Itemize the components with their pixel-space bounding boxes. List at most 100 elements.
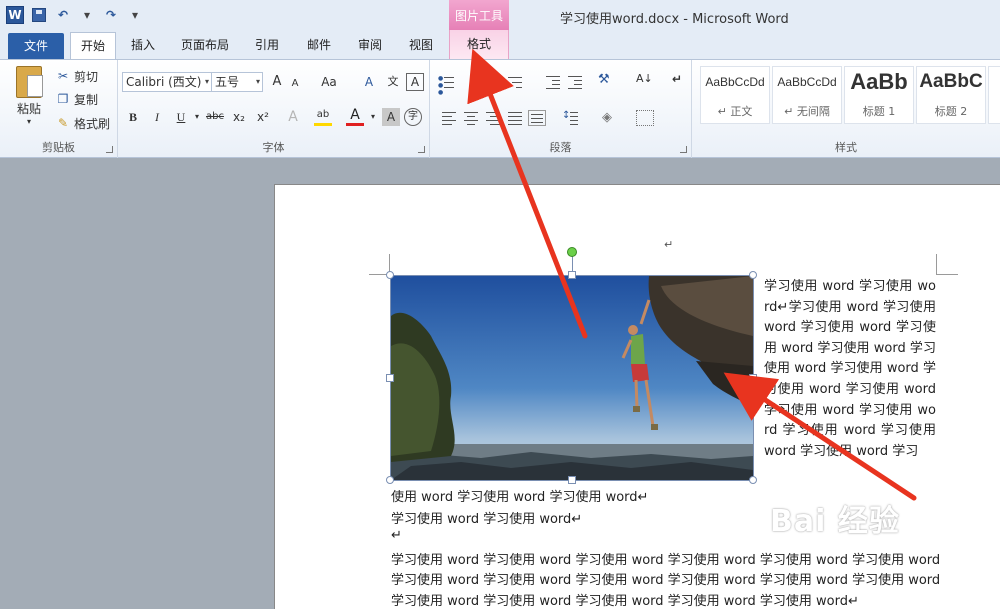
climber-photo bbox=[391, 276, 753, 480]
tab-home[interactable]: 开始 bbox=[70, 32, 116, 60]
style-no-spacing-name: ↵ 无间隔 bbox=[784, 105, 830, 118]
customize-qat-icon[interactable]: ▾ bbox=[126, 6, 144, 24]
text-effect-icon[interactable]: A bbox=[284, 108, 302, 126]
copy-button[interactable]: ❐ 复制 bbox=[56, 89, 98, 109]
align-right-icon[interactable] bbox=[484, 110, 502, 126]
brush-icon: ✎ bbox=[57, 116, 69, 130]
tab-references[interactable]: 引用 bbox=[252, 32, 282, 60]
font-group: Calibri (西文) ▾ 五号 ▾ A A Aa A 文 A B I U ▾ a… bbox=[118, 60, 430, 158]
grow-font-icon[interactable]: A bbox=[268, 73, 286, 91]
crop-mark-top-right-h bbox=[936, 274, 958, 275]
enclose-char-icon[interactable]: 字 bbox=[404, 108, 422, 126]
strikethrough-button[interactable]: abc bbox=[204, 108, 226, 126]
resize-handle-top-right[interactable] bbox=[749, 271, 757, 279]
subscript-button[interactable]: x₂ bbox=[230, 108, 248, 126]
multilevel-list-icon[interactable] bbox=[506, 74, 524, 90]
style-heading-1-name: 标题 1 bbox=[862, 105, 896, 118]
selected-picture[interactable] bbox=[391, 276, 753, 480]
paste-dropdown-icon: ▾ bbox=[26, 117, 31, 126]
body-line-5[interactable]: 学习使用 word 学习使用 word 学习使用 word 学习使用 word … bbox=[391, 569, 940, 588]
font-size-value: 五号 bbox=[215, 75, 240, 89]
paragraph-launcher-icon[interactable] bbox=[680, 146, 687, 153]
style-heading-1[interactable]: AaBb 标题 1 bbox=[844, 66, 914, 124]
tab-page-layout[interactable]: 页面布局 bbox=[178, 32, 232, 60]
italic-button[interactable]: I bbox=[148, 108, 166, 126]
body-line-3[interactable]: ↵ bbox=[391, 528, 402, 543]
clear-format-icon[interactable]: A bbox=[360, 73, 378, 91]
body-line-1[interactable]: 使用 word 学习使用 word 学习使用 word↵ bbox=[391, 486, 648, 505]
clipboard-group: 粘贴 ▾ ✂ 剪切 ❐ 复制 ✎ 格式刷 剪贴板 bbox=[0, 60, 118, 158]
align-left-icon[interactable] bbox=[440, 110, 458, 126]
tab-insert[interactable]: 插入 bbox=[128, 32, 158, 60]
rotation-handle[interactable] bbox=[567, 247, 577, 257]
shrink-font-icon[interactable]: A bbox=[286, 75, 304, 93]
resize-handle-bottom[interactable] bbox=[568, 476, 576, 484]
resize-handle-bottom-left[interactable] bbox=[386, 476, 394, 484]
undo-icon[interactable]: ↶ bbox=[54, 6, 72, 24]
cut-button[interactable]: ✂ 剪切 bbox=[56, 66, 98, 86]
show-marks-icon[interactable]: ↵ bbox=[672, 72, 690, 88]
justify-icon[interactable] bbox=[506, 110, 524, 126]
distribute-icon[interactable] bbox=[528, 110, 546, 126]
style-heading-2[interactable]: AaBbC 标题 2 bbox=[916, 66, 986, 124]
clipboard-launcher-icon[interactable] bbox=[106, 146, 113, 153]
resize-handle-left[interactable] bbox=[386, 374, 394, 382]
body-line-2[interactable]: 学习使用 word 学习使用 word↵ bbox=[391, 508, 582, 527]
format-painter-button[interactable]: ✎ 格式刷 bbox=[56, 113, 110, 133]
resize-handle-top-left[interactable] bbox=[386, 271, 394, 279]
style-normal[interactable]: AaBbCcDd ↵ 正文 bbox=[700, 66, 770, 124]
line-spacing-icon[interactable]: ↕ bbox=[562, 110, 580, 126]
resize-handle-top[interactable] bbox=[568, 271, 576, 279]
bullets-icon[interactable]: ● ● ● bbox=[438, 74, 456, 96]
highlight-icon[interactable]: ab bbox=[314, 108, 332, 126]
font-size-dropdown-icon[interactable]: ▾ bbox=[256, 73, 260, 91]
borders-icon[interactable] bbox=[636, 110, 654, 126]
ribbon: 粘贴 ▾ ✂ 剪切 ❐ 复制 ✎ 格式刷 剪贴板 Calibri (西文) ▾ 五… bbox=[0, 59, 1000, 158]
tab-picture-format-label: 格式 bbox=[466, 37, 491, 51]
font-launcher-icon[interactable] bbox=[418, 146, 425, 153]
body-line-4[interactable]: 学习使用 word 学习使用 word 学习使用 word 学习使用 word … bbox=[391, 549, 940, 568]
font-size-combo[interactable]: 五号 ▾ bbox=[211, 72, 263, 92]
baidu-jingyan-watermark: Bai 经验 bbox=[770, 504, 900, 539]
decrease-indent-icon[interactable] bbox=[544, 74, 562, 90]
superscript-button[interactable]: x² bbox=[254, 108, 272, 126]
styles-group: AaBbCcDd ↵ 正文 AaBbCcDd ↵ 无间隔 AaBb 标题 1 A… bbox=[692, 60, 1000, 158]
tab-file[interactable]: 文件 bbox=[8, 33, 64, 59]
paste-label: 粘贴 bbox=[16, 102, 41, 116]
font-color-icon[interactable]: A bbox=[346, 108, 364, 126]
change-case-icon[interactable]: Aa bbox=[320, 73, 338, 91]
chinese-layout-icon[interactable]: ⚒ bbox=[598, 72, 616, 88]
tab-mailings[interactable]: 邮件 bbox=[304, 32, 334, 60]
align-center-icon[interactable] bbox=[462, 110, 480, 126]
redo-icon[interactable]: ↷ bbox=[102, 6, 120, 24]
tab-view[interactable]: 视图 bbox=[406, 32, 436, 60]
phonetic-guide-icon[interactable]: 文 bbox=[384, 73, 402, 91]
font-name-dropdown-icon[interactable]: ▾ bbox=[205, 73, 209, 91]
word-logo-icon[interactable]: W bbox=[6, 6, 24, 24]
paste-button[interactable]: 粘贴 ▾ bbox=[8, 64, 50, 130]
font-name-combo[interactable]: Calibri (西文) ▾ bbox=[122, 72, 212, 92]
body-line-6[interactable]: 学习使用 word 学习使用 word 学习使用 word 学习使用 word … bbox=[391, 590, 859, 609]
resize-handle-right[interactable] bbox=[749, 374, 757, 382]
tab-picture-format[interactable]: 格式 bbox=[449, 30, 509, 60]
style-no-spacing[interactable]: AaBbCcDd ↵ 无间隔 bbox=[772, 66, 842, 124]
char-shading-icon[interactable]: A bbox=[382, 108, 400, 126]
resize-handle-bottom-right[interactable] bbox=[749, 476, 757, 484]
cut-label: 剪切 bbox=[74, 69, 99, 84]
font-color-dropdown-icon[interactable]: ▾ bbox=[364, 108, 382, 126]
shading-icon[interactable]: ◈ bbox=[602, 110, 620, 126]
increase-indent-icon[interactable] bbox=[566, 74, 584, 90]
window-title: 学习使用word.docx - Microsoft Word bbox=[560, 12, 789, 27]
save-icon[interactable] bbox=[30, 6, 48, 24]
char-border-icon[interactable]: A bbox=[406, 73, 424, 91]
style-heading-2-sample: AaBbC bbox=[919, 71, 983, 92]
format-painter-label: 格式刷 bbox=[74, 116, 111, 131]
tab-review[interactable]: 审阅 bbox=[355, 32, 385, 60]
bold-button[interactable]: B bbox=[124, 108, 142, 126]
style-normal-name: ↵ 正文 bbox=[717, 105, 753, 118]
wrapped-text-block[interactable]: 学习使用 word 学习使用 word↵学习使用 word 学习使用 word … bbox=[764, 277, 936, 462]
style-more[interactable] bbox=[988, 66, 1000, 124]
undo-dropdown-icon[interactable]: ▾ bbox=[78, 6, 96, 24]
sort-icon[interactable]: A↓ bbox=[636, 72, 654, 88]
numbering-icon[interactable] bbox=[474, 74, 492, 90]
